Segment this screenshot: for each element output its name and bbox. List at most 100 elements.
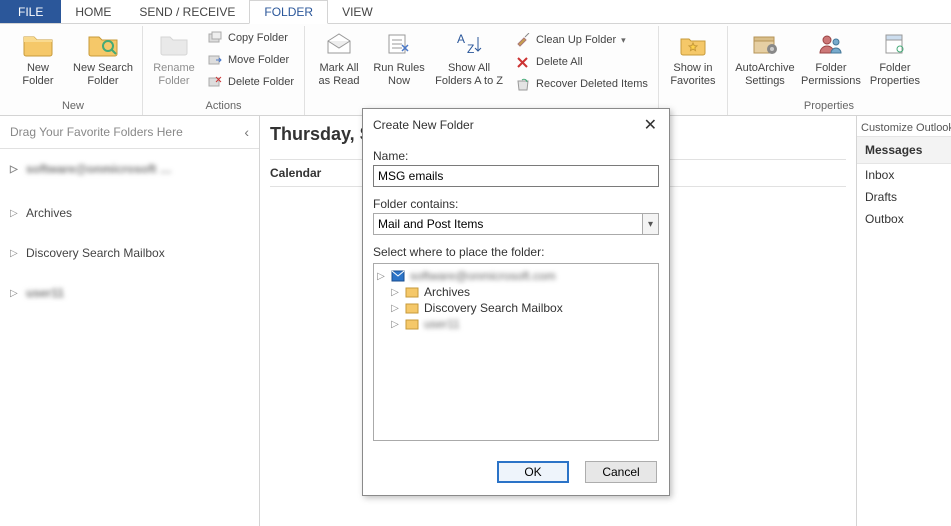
group-favorites: Show in Favorites bbox=[659, 26, 728, 115]
autoarchive-button[interactable]: AutoArchive Settings bbox=[734, 26, 796, 88]
svg-text:Z: Z bbox=[467, 42, 474, 56]
tab-send-receive[interactable]: SEND / RECEIVE bbox=[125, 0, 249, 23]
folder-contains-select[interactable]: ▾ bbox=[373, 213, 659, 235]
inbox-link[interactable]: Inbox bbox=[857, 164, 951, 186]
tree-archives-label: Archives bbox=[424, 285, 470, 299]
name-label: Name: bbox=[373, 149, 659, 163]
messages-header: Messages bbox=[857, 136, 951, 164]
contains-label: Folder contains: bbox=[373, 197, 659, 211]
drafts-link[interactable]: Drafts bbox=[857, 186, 951, 208]
rules-icon bbox=[383, 28, 415, 60]
delete-icon bbox=[207, 74, 223, 90]
group-new: New Folder New Search Folder New bbox=[4, 26, 143, 115]
tab-home[interactable]: HOME bbox=[61, 0, 125, 23]
delete-folder-button[interactable]: Delete Folder bbox=[203, 72, 298, 92]
new-search-folder-button[interactable]: New Search Folder bbox=[70, 26, 136, 88]
expand-icon[interactable]: ▷ bbox=[10, 164, 20, 175]
run-rules-label: Run Rules Now bbox=[373, 62, 424, 88]
rename-folder-button[interactable]: Rename Folder bbox=[149, 26, 199, 88]
tree-archives[interactable]: ▷ Archives bbox=[390, 284, 656, 300]
group-new-label: New bbox=[62, 98, 84, 115]
properties-icon bbox=[879, 28, 911, 60]
new-search-folder-label: New Search Folder bbox=[73, 62, 133, 88]
rename-icon bbox=[158, 28, 190, 60]
delete-all-button[interactable]: Delete All bbox=[511, 52, 652, 72]
location-tree[interactable]: ▷ software@onmicrosoft.com ▷ Archives ▷ … bbox=[373, 263, 659, 441]
expand-icon[interactable]: ▷ bbox=[10, 248, 20, 259]
search-folder-icon bbox=[87, 28, 119, 60]
expand-icon[interactable]: ▷ bbox=[390, 287, 400, 298]
tree-user-masked[interactable]: ▷ user11 bbox=[390, 316, 656, 332]
dialog-title: Create New Folder bbox=[373, 118, 474, 132]
permissions-icon bbox=[815, 28, 847, 60]
properties-label: Folder Properties bbox=[870, 62, 920, 88]
tree-user-label: user11 bbox=[424, 317, 460, 331]
folder-icon bbox=[22, 28, 54, 60]
copy-label: Copy Folder bbox=[228, 32, 288, 44]
show-in-favorites-button[interactable]: Show in Favorites bbox=[665, 26, 721, 88]
run-rules-button[interactable]: Run Rules Now bbox=[371, 26, 427, 88]
tab-folder[interactable]: FOLDER bbox=[249, 0, 328, 24]
favorites-drop-zone[interactable]: Drag Your Favorite Folders Here ‹ bbox=[0, 116, 259, 148]
folder-properties-button[interactable]: Folder Properties bbox=[866, 26, 924, 88]
delete-all-label: Delete All bbox=[536, 56, 582, 68]
sort-az-icon: AZ bbox=[453, 28, 485, 60]
group-properties-label: Properties bbox=[804, 98, 854, 115]
mark-all-read-button[interactable]: Mark All as Read bbox=[311, 26, 367, 88]
move-label: Move Folder bbox=[228, 54, 289, 66]
permissions-label: Folder Permissions bbox=[801, 62, 861, 88]
expand-icon[interactable]: ▷ bbox=[390, 303, 400, 314]
move-folder-button[interactable]: Move Folder bbox=[203, 50, 298, 70]
store-icon bbox=[404, 317, 420, 331]
place-label: Select where to place the folder: bbox=[373, 245, 659, 259]
recover-deleted-button[interactable]: Recover Deleted Items bbox=[511, 74, 652, 94]
ribbon: New Folder New Search Folder New Rename … bbox=[0, 24, 951, 116]
nav-discovery[interactable]: ▷ Discovery Search Mailbox bbox=[0, 239, 259, 267]
store-icon bbox=[404, 285, 420, 299]
favorites-hint: Drag Your Favorite Folders Here bbox=[10, 125, 183, 139]
recover-label: Recover Deleted Items bbox=[536, 78, 648, 90]
clean-up-label: Clean Up Folder bbox=[536, 34, 616, 46]
mailbox-icon bbox=[390, 269, 406, 283]
expand-icon[interactable]: ▷ bbox=[376, 271, 386, 282]
group-actions: Rename Folder Copy Folder Move Folder De… bbox=[143, 26, 305, 115]
folder-permissions-button[interactable]: Folder Permissions bbox=[800, 26, 862, 88]
customize-link[interactable]: Customize Outlook bbox=[857, 116, 951, 136]
broom-icon bbox=[515, 32, 531, 48]
nav-account-root[interactable]: ▷ software@onmicrosoft … bbox=[0, 155, 259, 183]
star-folder-icon bbox=[677, 28, 709, 60]
tab-view[interactable]: VIEW bbox=[328, 0, 387, 23]
show-all-a-z-button[interactable]: AZ Show All Folders A to Z bbox=[431, 26, 507, 88]
tree-discovery[interactable]: ▷ Discovery Search Mailbox bbox=[390, 300, 656, 316]
chevron-down-icon: ▾ bbox=[621, 35, 626, 46]
group-properties: AutoArchive Settings Folder Permissions … bbox=[728, 26, 930, 115]
tree-root-account[interactable]: ▷ software@onmicrosoft.com bbox=[376, 268, 656, 284]
collapse-favorites-icon[interactable]: ‹ bbox=[244, 124, 249, 140]
clean-up-folder-button[interactable]: Clean Up Folder ▾ bbox=[511, 30, 652, 50]
folder-name-input[interactable] bbox=[373, 165, 659, 187]
expand-icon[interactable]: ▷ bbox=[10, 208, 20, 219]
autoarchive-label: AutoArchive Settings bbox=[735, 62, 794, 88]
expand-icon[interactable]: ▷ bbox=[10, 288, 20, 299]
expand-icon[interactable]: ▷ bbox=[390, 319, 400, 330]
mark-all-label: Mark All as Read bbox=[319, 62, 360, 88]
cancel-button[interactable]: Cancel bbox=[585, 461, 657, 483]
tab-file[interactable]: FILE bbox=[0, 0, 61, 23]
copy-folder-button[interactable]: Copy Folder bbox=[203, 28, 298, 48]
new-folder-button[interactable]: New Folder bbox=[10, 26, 66, 88]
nav-archives[interactable]: ▷ Archives bbox=[0, 199, 259, 227]
recycle-icon bbox=[515, 76, 531, 92]
nav-user-masked[interactable]: ▷ user11 bbox=[0, 279, 259, 307]
delete-label: Delete Folder bbox=[228, 76, 294, 88]
outbox-link[interactable]: Outbox bbox=[857, 208, 951, 230]
show-in-fav-label: Show in Favorites bbox=[670, 62, 715, 88]
nav-discovery-label: Discovery Search Mailbox bbox=[26, 246, 165, 260]
folder-contains-value[interactable] bbox=[373, 213, 659, 235]
group-actions-label: Actions bbox=[205, 98, 241, 115]
nav-archives-label: Archives bbox=[26, 206, 72, 220]
close-icon[interactable]: ✕ bbox=[640, 115, 661, 135]
tree-discovery-label: Discovery Search Mailbox bbox=[424, 301, 563, 315]
chevron-down-icon[interactable]: ▾ bbox=[642, 214, 658, 234]
store-icon bbox=[404, 301, 420, 315]
ok-button[interactable]: OK bbox=[497, 461, 569, 483]
